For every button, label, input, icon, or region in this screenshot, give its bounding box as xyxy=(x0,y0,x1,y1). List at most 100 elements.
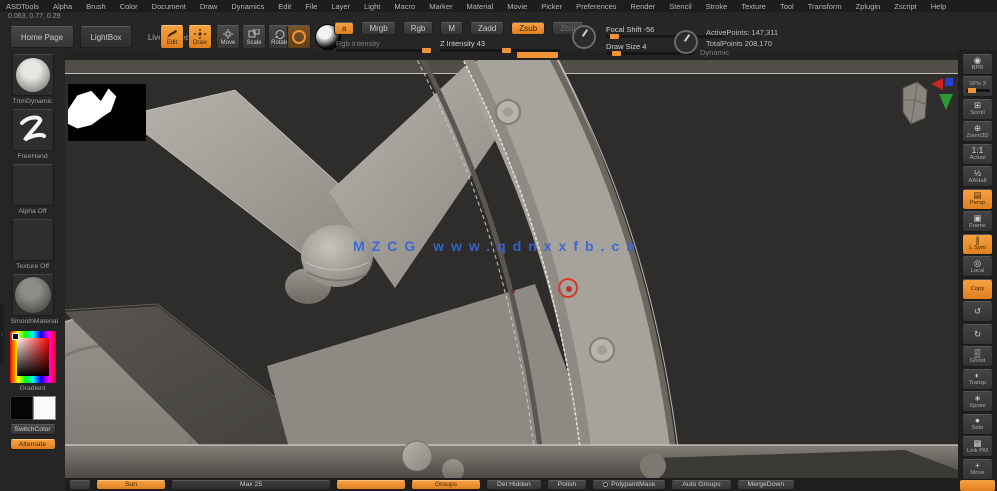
quick-bar-button[interactable]: Groups xyxy=(411,479,481,490)
menu-item[interactable]: Tool xyxy=(780,2,794,11)
move-button[interactable]: Move xyxy=(216,25,240,49)
shelf-button[interactable]: ↻ xyxy=(962,323,993,345)
shelf-button[interactable]: ◉ BPR xyxy=(962,53,993,75)
menu-item[interactable]: Zscript xyxy=(894,2,917,11)
current-brush[interactable]: TrimDynamic xyxy=(11,54,55,105)
menu-item[interactable]: Edit xyxy=(278,2,291,11)
quick-bar-button[interactable]: Del Hidden xyxy=(486,479,542,490)
dynamic-toggle[interactable]: Dynamic xyxy=(700,48,729,57)
lightbox-button[interactable]: LightBox xyxy=(80,26,132,48)
menu-item[interactable]: Layer xyxy=(331,2,350,11)
shelf-button[interactable]: Copy xyxy=(962,278,993,300)
menu-item[interactable]: ASDTools xyxy=(6,2,39,11)
mode-button[interactable]: Mrgb xyxy=(361,22,396,35)
mode-button[interactable]: M xyxy=(440,22,464,35)
secondary-color-swatch[interactable] xyxy=(32,396,56,420)
current-stroke[interactable]: FreeHand xyxy=(11,109,55,160)
shelf-button[interactable]: ∗ Xpose xyxy=(962,391,993,412)
menu-item[interactable]: Stroke xyxy=(706,2,728,11)
draw-button[interactable]: Draw xyxy=(188,25,212,49)
menu-item[interactable]: Dynamics xyxy=(231,2,264,11)
menu-item[interactable]: Alpha xyxy=(53,2,72,11)
shelf-button[interactable]: ▒ Ghost xyxy=(962,346,993,367)
status-coordinates: 0.063, 0.77, 0.29 xyxy=(8,13,61,20)
menu-item[interactable]: File xyxy=(305,2,317,11)
quick-bar-button[interactable]: Max 25 xyxy=(171,479,331,490)
quick-bar-button[interactable]: Sun xyxy=(96,479,166,490)
quick-bar-button[interactable]: MergeDown xyxy=(736,479,796,490)
menu-item[interactable]: Texture xyxy=(741,2,766,11)
shelf-button[interactable]: ◐ Transp xyxy=(962,368,993,390)
texture-thumbnail xyxy=(11,219,54,261)
scroll-hand-icon: ⊞ xyxy=(973,100,982,110)
shelf-button[interactable]: SPix 3 xyxy=(962,76,993,97)
shelf-button[interactable]: ▦ Link PM xyxy=(962,436,993,457)
menu-item[interactable]: Material xyxy=(467,2,494,11)
ball-joint xyxy=(301,225,373,287)
brush-preview-button[interactable] xyxy=(287,25,311,49)
current-alpha[interactable]: Alpha Off xyxy=(11,164,55,215)
panel-divider-handle[interactable]: ‹ xyxy=(0,305,4,365)
bpr-sphere-icon: ◉ xyxy=(973,55,982,65)
current-texture[interactable]: Texture Off xyxy=(11,219,55,270)
menu-item[interactable]: Stencil xyxy=(669,2,692,11)
menu-item[interactable]: Color xyxy=(120,2,138,11)
actual-size-icon: 1:1 xyxy=(971,145,984,155)
shelf-button[interactable]: 1:1 Actual xyxy=(962,143,993,165)
stroke-curve-dial[interactable] xyxy=(572,25,596,49)
z-intensity-label: Z Intensity 43 xyxy=(440,39,486,48)
menu-item[interactable]: Brush xyxy=(86,2,106,11)
switch-color-button[interactable]: SwitchColor xyxy=(9,424,56,435)
z-intensity-slider[interactable]: Z Intensity 43 xyxy=(440,39,560,53)
menu-item[interactable]: Macro xyxy=(394,2,415,11)
home-page-button[interactable]: Home Page xyxy=(10,26,74,48)
shelf-button[interactable]: ● Solo xyxy=(962,413,993,435)
rgb-intensity-label: Rgb Intensity xyxy=(336,39,380,48)
quick-bar-button[interactable] xyxy=(336,479,406,490)
mode-button[interactable]: a xyxy=(334,22,355,35)
menu-item[interactable]: Marker xyxy=(429,2,452,11)
shelf-button[interactable]: ⊕ Zoom3D xyxy=(962,121,993,142)
rotate-icon xyxy=(275,29,285,39)
shelf-corner-button[interactable] xyxy=(960,480,995,491)
menu-item[interactable]: Document xyxy=(152,2,186,11)
menu-item[interactable]: Draw xyxy=(200,2,218,11)
scale-button[interactable]: Scale xyxy=(242,25,266,49)
edit-button[interactable]: Edit xyxy=(160,25,184,49)
spix-slider[interactable] xyxy=(965,88,990,93)
menu-item[interactable]: Light xyxy=(364,2,380,11)
shelf-button[interactable]: ↺ xyxy=(962,301,993,322)
menu-item[interactable]: Movie xyxy=(507,2,527,11)
menu-item[interactable]: Picker xyxy=(541,2,562,11)
quick-bar-button[interactable] xyxy=(69,479,91,490)
quick-bar-button[interactable]: Auto Groups xyxy=(671,479,732,490)
gradient-label: Gradient xyxy=(19,385,46,392)
current-material[interactable]: SmoothMaterial xyxy=(11,274,58,325)
shelf-button[interactable]: ▣ Frame xyxy=(962,211,993,232)
freehand-stroke-icon xyxy=(19,115,46,142)
menu-item[interactable]: Help xyxy=(931,2,946,11)
main-color-swatch[interactable] xyxy=(9,396,33,420)
shelf-button[interactable]: ∥ L.Sym xyxy=(962,233,993,255)
shelf-button[interactable]: + Move xyxy=(962,458,993,480)
quick-bar-button[interactable]: PolypaintMask xyxy=(592,479,667,490)
mode-button[interactable]: Zsub xyxy=(511,22,546,35)
color-picker[interactable] xyxy=(9,331,56,383)
mode-button[interactable]: Zadd xyxy=(470,22,505,35)
quick-bar-button[interactable]: Polish xyxy=(546,479,588,490)
gyro-dial[interactable] xyxy=(674,30,698,54)
shelf-button[interactable]: ⊞ Scroll xyxy=(962,98,993,120)
zbrush-window: ASDTools Alpha Brush Color Document Draw Dynam… xyxy=(0,0,997,491)
document-canvas[interactable]: MZCG www.qdnxxfb.cn xyxy=(65,60,958,478)
shelf-button[interactable]: ▤ Persp xyxy=(962,188,993,210)
rgb-intensity-slider[interactable]: Rgb Intensity xyxy=(336,39,432,53)
radio-dot-icon xyxy=(603,482,609,487)
menu-item[interactable]: Transform xyxy=(808,2,842,11)
shelf-button[interactable]: ◎ Local xyxy=(962,256,993,277)
alternate-button[interactable]: Alternate xyxy=(9,439,56,450)
menu-item[interactable]: Preferences xyxy=(576,2,616,11)
mode-button[interactable]: Rgb xyxy=(402,22,434,35)
menu-item[interactable]: Zplugin xyxy=(856,2,881,11)
shelf-button[interactable]: ½ AAHalf xyxy=(962,166,993,187)
menu-item[interactable]: Render xyxy=(631,2,656,11)
